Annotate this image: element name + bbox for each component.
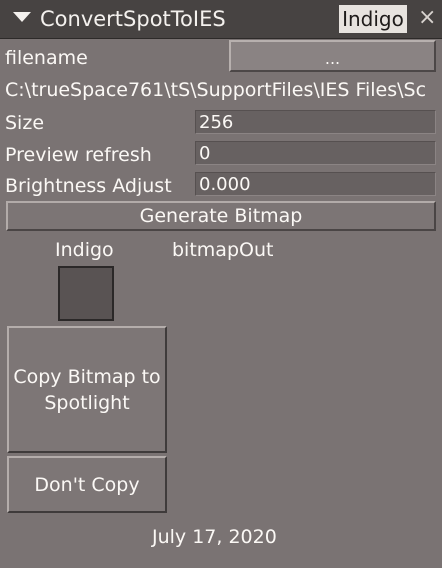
convert-spot-panel: ConvertSpotToIES Indigo × filename ... C… — [0, 0, 442, 568]
file-path-display: C:\trueSpace761\tS\SupportFiles\IES File… — [5, 79, 427, 101]
bitmap-out-label: bitmapOut — [172, 239, 274, 261]
date-label: July 17, 2020 — [152, 526, 277, 548]
panel-title: ConvertSpotToIES — [40, 7, 226, 31]
bitmap-preview-swatch[interactable] — [58, 266, 114, 321]
title-bar[interactable]: ConvertSpotToIES Indigo × — [0, 0, 442, 39]
preview-refresh-field[interactable]: 0 — [195, 141, 436, 165]
close-icon[interactable]: × — [418, 6, 436, 30]
brightness-field[interactable]: 0.000 — [195, 172, 436, 196]
brightness-label: Brightness Adjust — [5, 175, 172, 197]
copy-bitmap-button[interactable]: Copy Bitmap to Spotlight — [7, 326, 167, 453]
dont-copy-button-label: Don't Copy — [34, 473, 140, 496]
collapse-triangle-icon[interactable] — [13, 12, 31, 22]
browse-button[interactable]: ... — [229, 40, 436, 72]
preview-refresh-label: Preview refresh — [5, 144, 152, 166]
copy-bitmap-button-label: Copy Bitmap to Spotlight — [13, 365, 161, 414]
filename-label: filename — [5, 47, 88, 69]
dont-copy-button[interactable]: Don't Copy — [7, 456, 167, 513]
indigo-tag[interactable]: Indigo — [339, 5, 407, 33]
indigo-port-label: Indigo — [55, 239, 114, 261]
size-field[interactable]: 256 — [195, 110, 436, 134]
generate-bitmap-button[interactable]: Generate Bitmap — [6, 201, 436, 231]
size-label: Size — [5, 112, 45, 134]
